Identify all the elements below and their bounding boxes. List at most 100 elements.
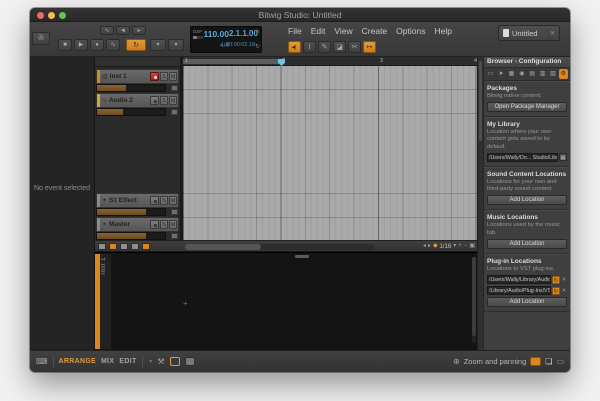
snap-toggle-button[interactable]: ↦ [363, 41, 376, 53]
settings-tab-icon[interactable]: ⚙ [558, 69, 568, 79]
volume-fader[interactable] [96, 232, 166, 240]
mix-view-button[interactable]: MIX [101, 358, 114, 365]
record-button[interactable]: ● [90, 39, 104, 51]
loop-toggle-button[interactable]: ↻ [126, 39, 146, 51]
grid-value[interactable]: 1/16 [440, 244, 452, 250]
plugin-path-entry[interactable]: /Users/Wally/Library/Audio/... [487, 275, 551, 285]
automation-panel-icon[interactable]: ◔ [148, 357, 153, 366]
device-panel-icon[interactable]: ⚒ [157, 357, 164, 366]
display-profile-icon[interactable]: ▭ [556, 357, 564, 366]
samples-tab-icon[interactable]: ▦ [507, 69, 516, 79]
bitwig-menu-button[interactable]: ✇ [32, 32, 50, 45]
notes-panel-icon[interactable]: ❏ [545, 357, 552, 366]
track-row-s1effect[interactable]: ✦ S1 Effect S M [96, 193, 179, 216]
filter-audio-tracks-button[interactable] [109, 243, 117, 250]
position-value[interactable]: 2.1.1.00 [229, 29, 258, 38]
mixer-panel-toggle[interactable] [184, 357, 195, 366]
transport-display[interactable]: DSP 110.00 4/4 2.1.1.00 00:00:02.18 ✎ ↻ [190, 26, 262, 53]
open-package-manager-button[interactable]: Open Package Manager [487, 102, 567, 113]
devices-tab-icon[interactable]: ▭ [486, 69, 495, 79]
menu-file[interactable]: File [288, 26, 302, 36]
stop-button[interactable]: ■ [58, 39, 72, 51]
timeline-ruler[interactable]: 1 2 3 4 [183, 57, 477, 66]
filter-instrument-tracks-button[interactable] [98, 243, 106, 250]
menu-help[interactable]: Help [434, 26, 451, 36]
menu-options[interactable]: Options [396, 26, 425, 36]
mute-button[interactable]: M [169, 220, 177, 229]
track-name[interactable]: Audio 2 [109, 97, 150, 104]
mute-button[interactable]: M [169, 196, 177, 205]
play-button[interactable]: ▶ [74, 39, 88, 51]
knife-tool-button[interactable]: ✂ [348, 41, 361, 53]
eraser-tool-button[interactable]: ◪ [333, 41, 346, 53]
solo-button[interactable]: S [160, 96, 168, 105]
pointer-tool-button[interactable]: ➤ [288, 41, 301, 53]
zoom-fit-icon[interactable]: ▣ [469, 242, 475, 251]
remove-path-icon[interactable]: ✕ [561, 277, 567, 283]
track-name[interactable]: S1 Effect [109, 197, 150, 204]
playhead-marker[interactable] [278, 59, 285, 66]
volume-fader[interactable] [96, 108, 166, 116]
pencil-tool-button[interactable]: ✎ [318, 41, 331, 53]
horizontal-scrollbar[interactable] [185, 244, 375, 250]
track-row-master[interactable]: ✶ Master S M [96, 217, 179, 240]
packages-tab-icon[interactable]: ▧ [548, 69, 557, 79]
record-arm-button[interactable] [150, 196, 159, 205]
solo-button[interactable]: S [160, 220, 168, 229]
arrange-view-button[interactable]: ARRANGE [59, 358, 97, 365]
music-tab-icon[interactable]: ▤ [528, 69, 537, 79]
filter-group-tracks-button[interactable] [131, 243, 139, 250]
add-plugin-location-button[interactable]: Add Location [487, 297, 567, 308]
volume-fader[interactable] [96, 84, 166, 92]
editor-resize-handle[interactable] [295, 255, 309, 258]
solo-button[interactable]: S [160, 196, 168, 205]
editor-vertical-scrollbar[interactable] [472, 257, 476, 343]
rescan-plugins-icon[interactable]: ↻ [552, 286, 560, 295]
add-sound-location-button[interactable]: Add Location [487, 195, 567, 206]
time-select-tool-button[interactable]: I [303, 41, 316, 53]
presets-tab-icon[interactable]: ➤ [496, 69, 505, 79]
browse-folder-icon[interactable]: ▦ [559, 153, 567, 162]
quantize-menu-button[interactable]: ▾ [168, 39, 184, 51]
rescan-plugins-icon[interactable]: ↻ [552, 275, 560, 284]
mute-button[interactable]: M [169, 96, 177, 105]
shortcuts-panel-icon[interactable]: ⌨ [36, 357, 48, 366]
solo-button[interactable]: S [160, 72, 168, 81]
follow-playhead-button[interactable]: ▸ [132, 26, 146, 35]
filter-effect-tracks-button[interactable] [120, 243, 128, 250]
scroll-left-icon[interactable]: ◂ [423, 242, 426, 251]
track-row-inst1[interactable]: ▥ Inst 1 S M [96, 69, 179, 92]
track-name[interactable]: Inst 1 [110, 73, 150, 80]
record-arm-button[interactable] [150, 220, 159, 229]
plugin-path-entry[interactable]: /Library/Audio/Plug-Ins/VST [487, 286, 551, 296]
project-tab[interactable]: Untitled ✕ [498, 25, 560, 41]
zoom-in-icon[interactable]: + [458, 242, 462, 251]
record-arm-button[interactable] [150, 96, 159, 105]
arranger-grid[interactable] [183, 66, 477, 240]
files-tab-icon[interactable]: ▥ [538, 69, 547, 79]
automation-follow-button[interactable]: ∿ [100, 26, 114, 35]
metronome-button[interactable]: ▾ [150, 39, 166, 51]
track-name[interactable]: Master [109, 221, 150, 228]
add-music-location-button[interactable]: Add Location [487, 238, 567, 249]
mute-button[interactable]: M [169, 72, 177, 81]
tempo-value[interactable]: 110.00 [203, 29, 229, 39]
multisamples-tab-icon[interactable]: ◉ [517, 69, 526, 79]
menu-create[interactable]: Create [362, 26, 388, 36]
detail-editor-panel[interactable]: Inst 1 + [95, 252, 477, 350]
grid-dropdown-icon[interactable]: ▾ [453, 242, 456, 251]
menu-view[interactable]: View [334, 26, 352, 36]
menu-edit[interactable]: Edit [311, 26, 326, 36]
volume-fader[interactable] [96, 208, 166, 216]
zoom-out-icon[interactable]: − [464, 242, 468, 251]
overdub-button[interactable]: ∿ [106, 39, 120, 51]
punch-in-button[interactable]: ◄ [116, 26, 130, 35]
arranger-timeline[interactable]: 1 2 3 4 [180, 57, 477, 240]
splitter-scrollbar[interactable] [479, 61, 482, 141]
editor-panel-toggle[interactable] [169, 357, 180, 366]
project-tab-close-icon[interactable]: ✕ [550, 30, 555, 37]
browser-panel-toggle[interactable] [530, 357, 542, 366]
filter-master-track-button[interactable] [142, 243, 150, 250]
loop-region[interactable] [183, 59, 280, 64]
track-row-audio2[interactable]: ∿ Audio 2 S M [96, 93, 179, 116]
